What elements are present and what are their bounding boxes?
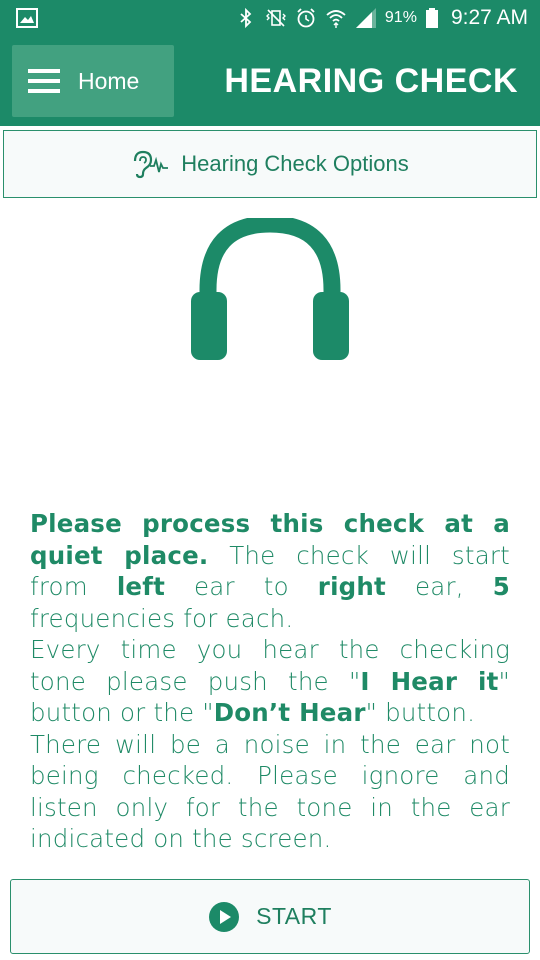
app-bar: Home HEARING CHECK bbox=[0, 36, 540, 126]
options-label: Hearing Check Options bbox=[181, 151, 409, 176]
status-bar: 91% 9:27 AM bbox=[0, 0, 540, 36]
headphones-icon bbox=[191, 218, 349, 360]
status-icons: 91% 9:27 AM bbox=[235, 0, 528, 36]
home-button[interactable]: Home bbox=[12, 45, 174, 117]
battery-percent: 91% bbox=[384, 9, 417, 26]
ear-waveform-icon bbox=[134, 150, 169, 179]
hearing-check-options-button[interactable]: Hearing Check Options bbox=[3, 130, 537, 198]
alarm-icon bbox=[297, 8, 315, 28]
i-hear-it-term: I Hear it bbox=[360, 666, 499, 696]
start-button[interactable]: START bbox=[10, 879, 530, 954]
page-title: HEARING CHECK bbox=[224, 62, 518, 100]
right-ear-term: right bbox=[317, 572, 386, 601]
bluetooth-icon bbox=[240, 7, 252, 29]
battery-icon bbox=[425, 8, 438, 28]
gallery-icon bbox=[16, 8, 38, 28]
play-icon bbox=[209, 901, 240, 932]
dont-hear-term: Don’t Hear bbox=[213, 698, 366, 727]
instruction-paragraph-2: Every time you hear the checking tone pl… bbox=[30, 634, 510, 729]
home-label: Home bbox=[78, 67, 140, 94]
instruction-paragraph-1: Please process this check at a quiet pla… bbox=[30, 508, 510, 634]
signal-icon bbox=[355, 8, 376, 28]
vibrate-icon bbox=[265, 9, 286, 27]
instruction-text: " button. bbox=[365, 698, 476, 727]
menu-icon bbox=[28, 69, 60, 93]
instruction-text: frequencies for each. bbox=[30, 603, 294, 633]
wifi-icon bbox=[326, 10, 346, 28]
frequency-count: 5 bbox=[492, 572, 510, 601]
instruction-text: ear, bbox=[385, 572, 493, 601]
instruction-paragraph-3: There will be a noise in the ear not bei… bbox=[30, 729, 510, 854]
left-ear-term: left bbox=[116, 572, 166, 601]
start-label: START bbox=[256, 903, 332, 929]
clock: 9:27 AM bbox=[450, 6, 528, 29]
instructions-text: Please process this check at a quiet pla… bbox=[30, 508, 510, 855]
instruction-text: ear to bbox=[165, 572, 318, 601]
